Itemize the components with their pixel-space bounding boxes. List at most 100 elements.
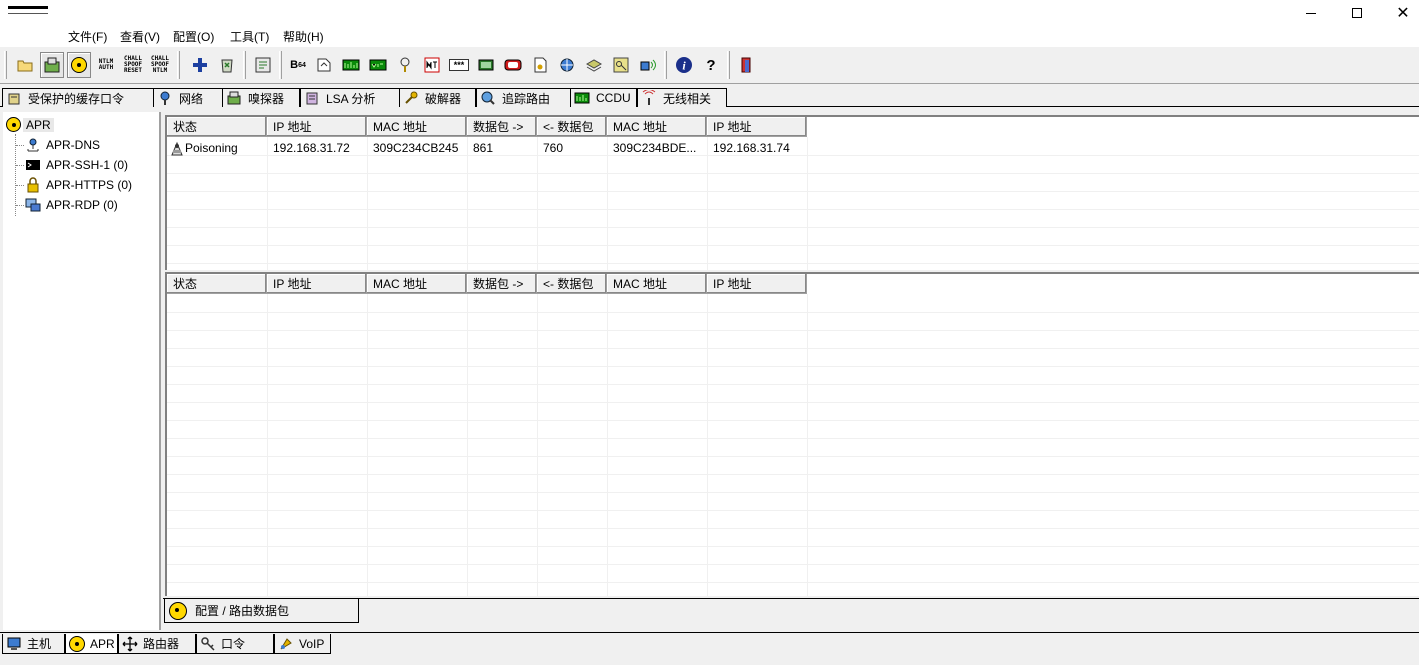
vertical-splitter[interactable]	[161, 112, 164, 630]
grid-line	[167, 474, 1419, 475]
top-tab-bar: 受保护的缓存口令 网络 嗅探器 LSA 分析 破解器 追踪路由 CCDU 无线相…	[0, 87, 1419, 107]
add-button[interactable]	[188, 52, 212, 78]
toolbar-grip[interactable]	[4, 51, 7, 79]
column-header-mac-2[interactable]: MAC 地址	[607, 117, 707, 137]
tree-node-apr-https[interactable]: APR-HTTPS (0)	[25, 176, 132, 193]
tab-cracker[interactable]: 破解器	[399, 88, 476, 107]
column-header-packets-out[interactable]: 数据包 ->	[467, 117, 537, 137]
grid-line	[167, 546, 1419, 547]
wireless-button[interactable]	[393, 52, 417, 78]
tab-config-routing-packets[interactable]: 配置 / 路由数据包	[164, 599, 359, 623]
cache-password-icon	[8, 93, 20, 105]
column-header-packets-out[interactable]: 数据包 ->	[467, 274, 537, 294]
maximize-button[interactable]	[1334, 0, 1380, 26]
chall-spoof-ntlm-icon: CHALL SPOOF NTLM	[151, 56, 169, 74]
start-apr-button[interactable]	[67, 52, 91, 78]
import-button[interactable]	[251, 52, 275, 78]
menu-tools[interactable]: 工具(T)	[228, 28, 271, 45]
close-button[interactable]: ✕	[1380, 0, 1419, 26]
info-button[interactable]: i	[672, 52, 696, 78]
tree-node-apr-ssh[interactable]: APR-SSH-1 (0)	[25, 156, 128, 173]
chall-spoof-ntlm-button[interactable]: CHALL SPOOF NTLM	[148, 52, 172, 78]
menu-file[interactable]: 文件(F)	[66, 28, 109, 45]
column-header-packets-in[interactable]: <- 数据包	[537, 274, 607, 294]
decode-button[interactable]	[312, 52, 336, 78]
menu-config[interactable]: 配置(O)	[171, 28, 216, 45]
tab-ccdu[interactable]: CCDU	[570, 88, 637, 107]
grid-line	[537, 294, 538, 596]
tree-node-label: APR-HTTPS (0)	[46, 177, 133, 192]
host-icon	[7, 637, 21, 650]
cisco-button[interactable]	[420, 52, 444, 78]
base64-button[interactable]: B 64	[286, 52, 310, 78]
delete-button[interactable]	[215, 52, 239, 78]
tab-label: 网络	[179, 91, 204, 106]
column-header-mac[interactable]: MAC 地址	[367, 117, 467, 137]
link-button[interactable]	[501, 52, 525, 78]
wireless-scan-button[interactable]	[636, 52, 660, 78]
tab-traceroute[interactable]: 追踪路由	[476, 88, 571, 107]
tab-label: LSA 分析	[326, 91, 376, 106]
tab-voip[interactable]: VoIP	[274, 634, 331, 654]
column-header-mac[interactable]: MAC 地址	[367, 274, 467, 294]
tab-routers[interactable]: 路由器	[118, 634, 196, 654]
base64-icon: B 64	[289, 56, 307, 74]
vpn-button[interactable]	[366, 52, 390, 78]
column-header-ip[interactable]: IP 地址	[267, 274, 367, 294]
minimize-button[interactable]	[1288, 0, 1334, 26]
grid-line	[167, 564, 1419, 565]
tree-node-apr-rdp[interactable]: APR-RDP (0)	[25, 196, 118, 213]
menu-view[interactable]: 查看(V)	[118, 28, 162, 45]
grid-line	[167, 582, 1419, 583]
reset-label: RESET	[123, 67, 143, 74]
column-header-packets-in[interactable]: <- 数据包	[537, 117, 607, 137]
grid-line	[167, 173, 1419, 174]
chall-spoof-reset-button[interactable]: CHALL SPOOF RESET	[121, 52, 145, 78]
network-button[interactable]	[555, 52, 579, 78]
certificate-button[interactable]	[528, 52, 552, 78]
mac-cell-2: 309C234BDE...	[613, 141, 697, 155]
ntlm-auth-button[interactable]: NTLM AUTH	[94, 52, 118, 78]
table-row[interactable]: Poisoning 192.168.31.72 309C234CB245 861…	[167, 139, 807, 157]
start-sniffer-button[interactable]	[40, 52, 64, 78]
tab-label: 口令	[221, 637, 246, 651]
grid-line	[467, 294, 468, 596]
tab-cache-password[interactable]: 受保护的缓存口令	[2, 88, 154, 107]
column-header-status[interactable]: 状态	[167, 117, 267, 137]
column-header-mac-2[interactable]: MAC 地址	[607, 274, 707, 294]
column-header-ip[interactable]: IP 地址	[267, 117, 367, 137]
title-bar: ✕	[0, 0, 1419, 26]
help-button[interactable]: ?	[699, 52, 723, 78]
base64-64-label: 64	[298, 61, 306, 69]
tab-lsa[interactable]: LSA 分析	[300, 88, 400, 107]
grid-line	[167, 348, 1419, 349]
open-button[interactable]	[13, 52, 37, 78]
delete-icon	[221, 59, 233, 73]
tab-wireless[interactable]: 无线相关	[637, 88, 727, 107]
grid-line	[167, 312, 1419, 313]
traceroute-icon	[481, 91, 495, 105]
exit-button[interactable]	[734, 52, 758, 78]
console-button[interactable]	[474, 52, 498, 78]
password-box-button[interactable]: ***	[447, 52, 471, 78]
tree-node-apr-dns[interactable]: APR-DNS	[25, 136, 100, 153]
ssh-terminal-icon	[26, 159, 40, 170]
tab-hosts[interactable]: 主机	[2, 634, 65, 654]
tab-apr[interactable]: APR	[65, 634, 118, 654]
grid-line	[167, 330, 1419, 331]
column-header-ip-2[interactable]: IP 地址	[707, 117, 807, 137]
hash-button[interactable]	[582, 52, 606, 78]
table-header: 状态 IP 地址 MAC 地址 数据包 -> <- 数据包 MAC 地址 IP …	[167, 117, 807, 137]
tab-network[interactable]: 网络	[153, 88, 223, 107]
vnc-button[interactable]	[339, 52, 363, 78]
grid-line	[167, 366, 1419, 367]
key-button[interactable]	[609, 52, 633, 78]
tab-sniffer[interactable]: 嗅探器	[222, 88, 300, 107]
column-header-ip-2[interactable]: IP 地址	[707, 274, 807, 294]
column-header-status[interactable]: 状态	[167, 274, 267, 294]
tree-node-apr[interactable]: APR	[6, 116, 54, 133]
help-icon: ?	[706, 57, 715, 74]
tab-passwords[interactable]: 口令	[196, 634, 274, 654]
menu-help[interactable]: 帮助(H)	[281, 28, 326, 45]
exit-icon	[741, 57, 751, 73]
